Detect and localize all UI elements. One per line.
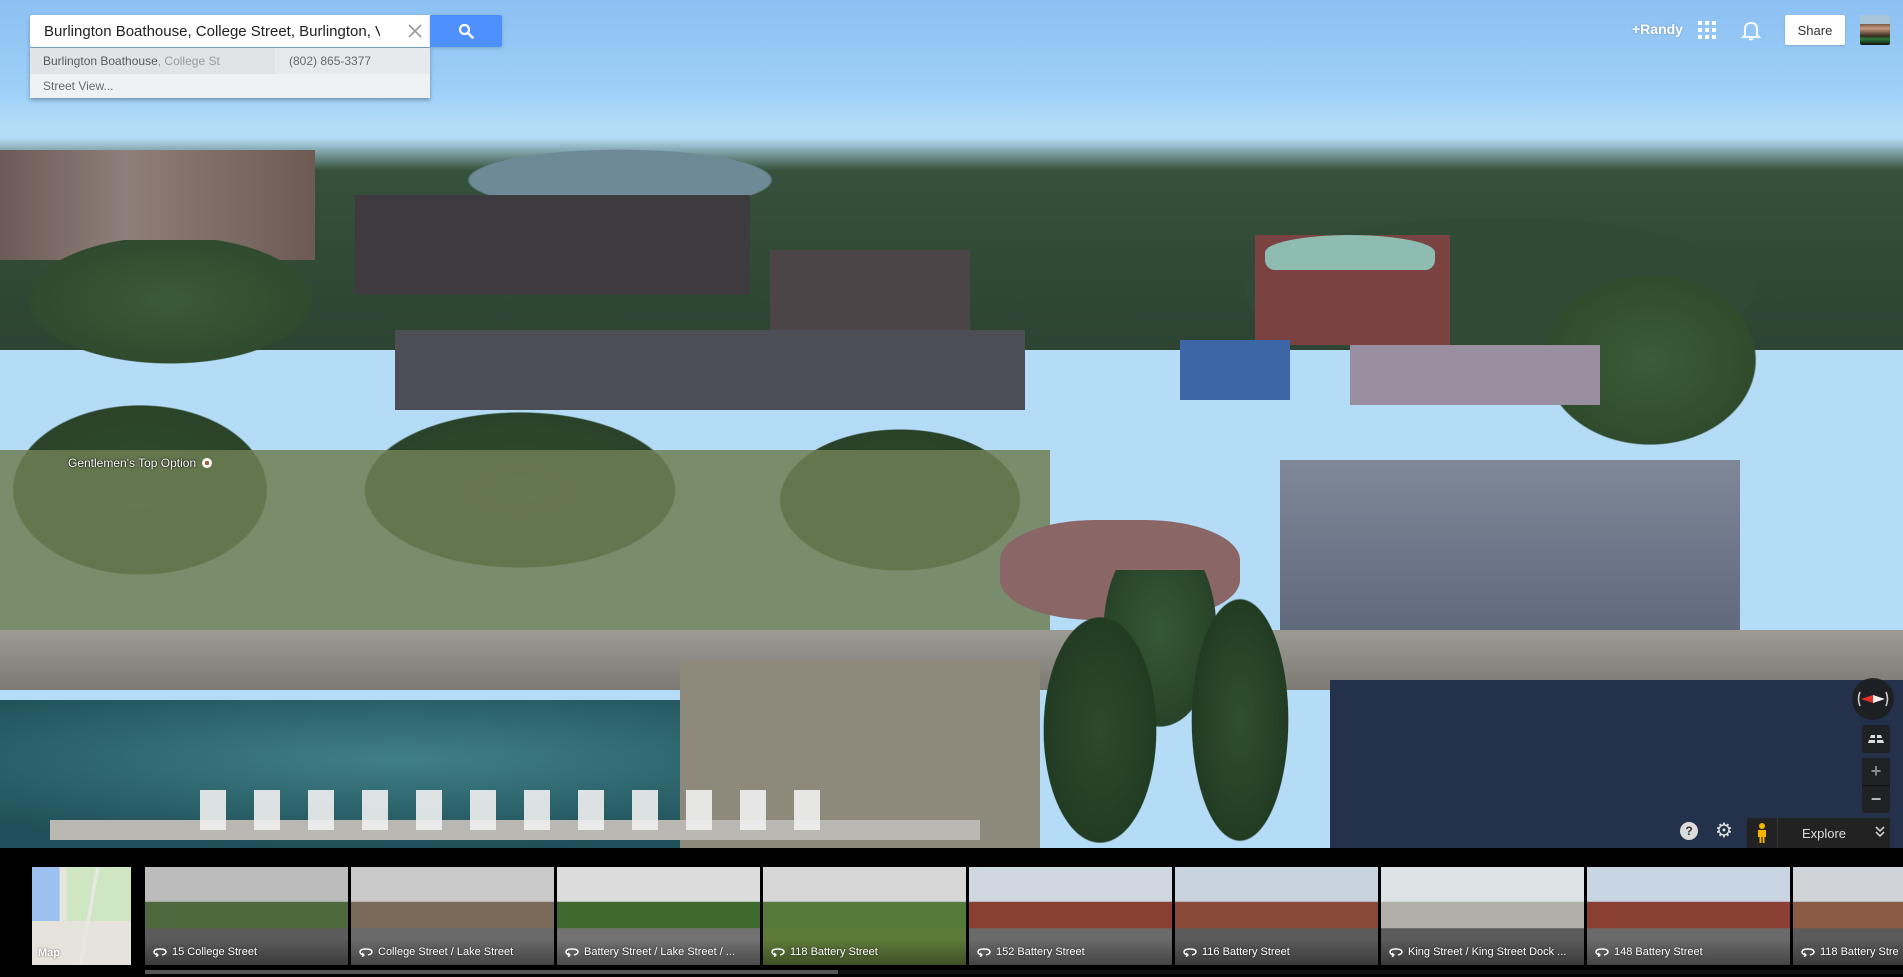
photo-caption-text: 152 Battery Street [996,946,1085,958]
chevron-down-icon[interactable] [1870,825,1890,841]
park-lawn [0,450,1050,630]
map-mode-button[interactable]: Map [32,867,131,965]
360-rotate-icon [1801,948,1815,957]
apps-grid-icon[interactable] [1698,21,1716,39]
building [770,250,970,340]
pegman-button[interactable] [1747,818,1778,848]
pegman-icon [1758,823,1766,843]
suggestion-street-view[interactable]: Street View... [30,74,430,98]
street-view-photo[interactable]: 116 Battery Street [1175,867,1378,965]
street-view-photo[interactable]: 118 Battery Street [763,867,966,965]
map-mode-label: Map [38,947,60,959]
search-box [30,15,430,47]
building-roof [1265,235,1435,270]
search-icon [458,23,474,39]
search-button[interactable] [430,15,502,47]
street-view-photo[interactable]: 148 Battery Street [1587,867,1790,965]
compass-icon [1857,691,1889,707]
360-rotate-icon [565,948,579,957]
photo-caption: College Street / Lake Street [351,939,554,965]
360-rotate-icon [771,948,785,957]
photo-caption: 148 Battery Street [1587,939,1790,965]
photo-caption: 15 College Street [145,939,348,965]
street-view-photo[interactable]: 152 Battery Street [969,867,1172,965]
user-profile-link[interactable]: +Randy [1632,21,1683,37]
zoom-control: + − [1862,758,1890,813]
photo-caption-text: 118 Battery Stre [1820,946,1899,958]
suggestion-phone: (802) 865-3377 [289,54,372,68]
photo-caption: 118 Battery Street [763,939,966,965]
place-label-text: Gentlemen's Top Option [68,456,197,470]
tilt-toggle-button[interactable] [1862,725,1890,753]
building [1180,340,1290,400]
photo-caption-text: Battery Street / Lake Street / ... [584,946,736,958]
compass-button[interactable] [1852,678,1894,720]
tilt-3d-icon [1868,735,1884,743]
close-icon [408,24,422,38]
photo-caption: Battery Street / Lake Street / ... [557,939,760,965]
360-rotate-icon [1183,948,1197,957]
360-rotate-icon [1595,948,1609,957]
place-label[interactable]: Gentlemen's Top Option [68,456,213,470]
carousel-scrollbar-thumb[interactable] [145,970,838,974]
boats [200,790,840,830]
street-view-photo[interactable]: Battery Street / Lake Street / ... [557,867,760,965]
suggestion-list: Burlington Boathouse, College St (802) 8… [30,48,430,98]
street-view-photo[interactable]: 118 Battery Stre [1793,867,1903,965]
photo-caption: 116 Battery Street [1175,939,1378,965]
suggestion-detail: , College St [157,54,220,68]
tree-cluster [1040,570,1320,848]
building [395,330,1025,410]
bell-icon[interactable] [1740,19,1762,41]
street-view-photo[interactable]: 15 College Street [145,867,348,965]
photo-caption: 152 Battery Street [969,939,1172,965]
place-pin-icon [202,458,213,468]
zoom-in-button[interactable]: + [1862,758,1890,785]
360-rotate-icon [1389,948,1403,957]
share-button[interactable]: Share [1785,15,1845,45]
360-rotate-icon [977,948,991,957]
search-input[interactable] [30,15,380,47]
explore-button[interactable]: Explore [1778,826,1870,841]
photo-caption-text: 116 Battery Street [1202,946,1290,958]
photo-caption-text: College Street / Lake Street [378,946,514,958]
zoom-out-button[interactable]: − [1862,785,1890,813]
map-3d-view[interactable] [0,0,1903,848]
street-view-photo[interactable]: King Street / King Street Dock ... [1381,867,1584,965]
clear-search-button[interactable] [400,15,430,47]
photo-caption-text: 15 College Street [172,946,257,958]
suggestion-name: Burlington Boathouse [43,54,158,68]
help-icon[interactable]: ? [1680,822,1698,840]
photo-caption-text: King Street / King Street Dock ... [1408,946,1567,958]
photo-caption-text: 118 Battery Street [790,946,878,958]
photo-carousel: 15 College Street College Street / Lake S… [145,867,1903,965]
street-view-photo[interactable]: College Street / Lake Street [351,867,554,965]
suggestion-name: Street View... [43,79,114,93]
photo-caption: King Street / King Street Dock ... [1381,939,1584,965]
360-rotate-icon [359,948,373,957]
avatar[interactable] [1860,15,1890,45]
photo-caption: 118 Battery Stre [1793,939,1903,965]
explore-bar: Explore [1747,818,1890,848]
360-rotate-icon [153,948,167,957]
gear-icon[interactable]: ⚙ [1713,820,1735,842]
building [1350,345,1600,405]
photo-caption-text: 148 Battery Street [1614,946,1703,958]
suggestion-item[interactable]: Burlington Boathouse, College St (802) 8… [30,48,430,74]
